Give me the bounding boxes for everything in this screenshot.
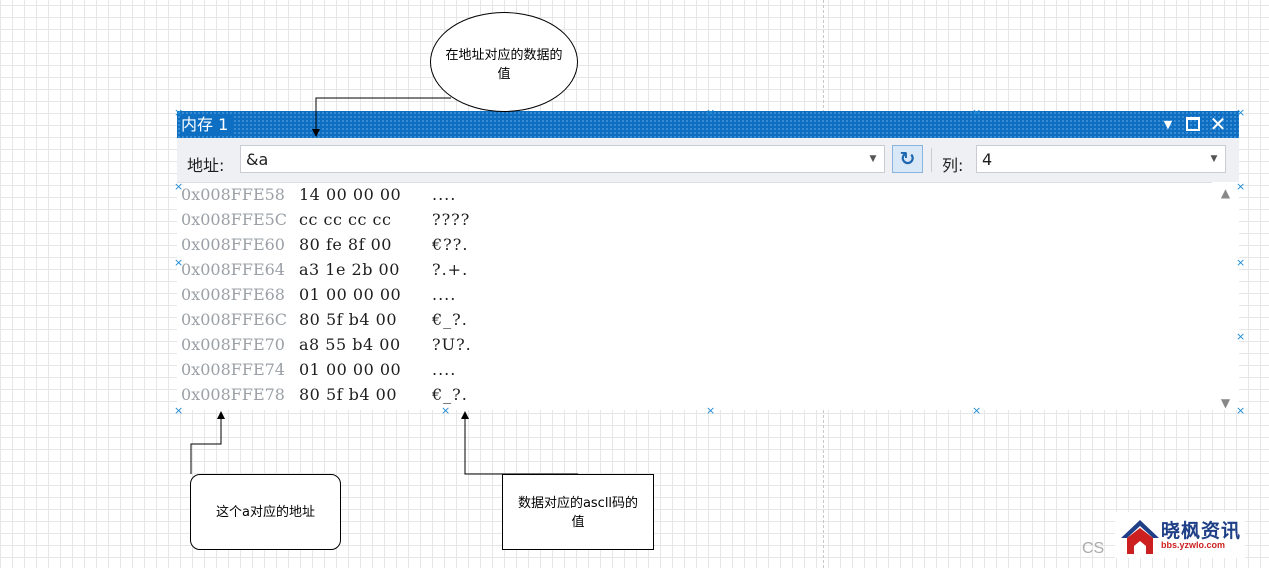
site-logo: 晓枫资讯 bbs.yzwlo.com: [1115, 512, 1245, 558]
data-value-callout-line1: 在地址对应的数据的: [445, 48, 563, 63]
selection-handle-icon[interactable]: ×: [1236, 257, 1245, 268]
arrow-to-address-input: [312, 97, 451, 137]
selection-handle-icon[interactable]: ×: [1236, 331, 1245, 342]
selection-handle-icon[interactable]: ×: [1236, 107, 1245, 118]
selection-handle-icon[interactable]: ×: [706, 107, 715, 118]
ascii-callout: 数据对应的ascll码的 值: [502, 474, 654, 550]
selection-handle-icon[interactable]: ×: [174, 181, 183, 192]
house-logo-icon: [1121, 520, 1159, 554]
selection-handle-icon[interactable]: ×: [706, 405, 715, 416]
data-value-callout: 在地址对应的数据的 值: [430, 12, 578, 112]
data-value-callout-line2: 值: [497, 67, 511, 82]
ascii-callout-line2: 值: [571, 515, 585, 530]
selection-handle-icon[interactable]: ×: [972, 107, 981, 118]
selection-handle-icon[interactable]: ×: [174, 405, 183, 416]
selection-handle-icon[interactable]: ×: [174, 107, 183, 118]
selection-handle-icon[interactable]: ×: [441, 405, 450, 416]
selection-handle-icon[interactable]: ×: [1236, 405, 1245, 416]
arrow-to-address-column: [190, 411, 225, 474]
address-callout: 这个a对应的地址: [190, 474, 341, 550]
arrow-to-ascii-column: [461, 411, 578, 475]
watermark-text: CS: [1082, 540, 1105, 557]
selection-handle-icon[interactable]: ×: [1236, 181, 1245, 192]
logo-name: 晓枫资讯: [1161, 520, 1242, 542]
ascii-callout-line1: 数据对应的ascll码的: [517, 496, 639, 511]
selection-handle-icon[interactable]: ×: [174, 257, 183, 268]
logo-url: bbs.yzwlo.com: [1161, 540, 1226, 550]
selection-handle-icon[interactable]: ×: [972, 405, 981, 416]
address-callout-text: 这个a对应的地址: [216, 505, 315, 520]
